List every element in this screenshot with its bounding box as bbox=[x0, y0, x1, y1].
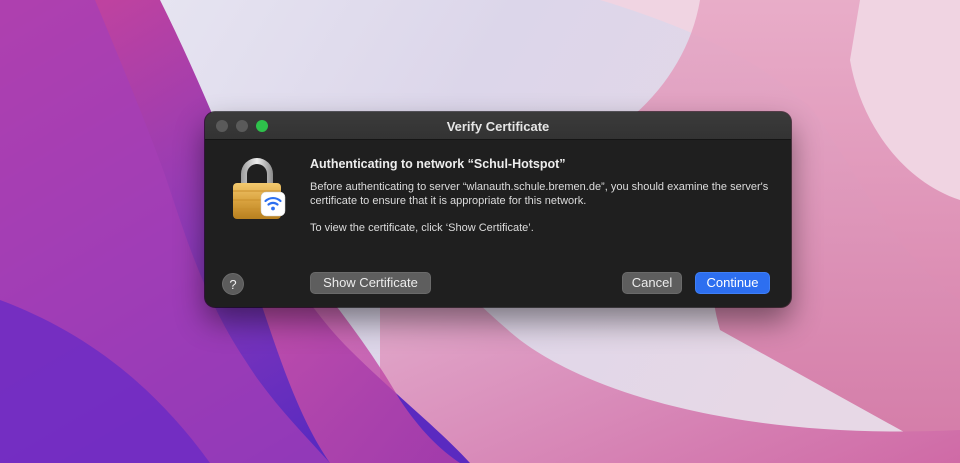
title-bar[interactable]: Verify Certificate bbox=[205, 112, 791, 140]
continue-button[interactable]: Continue bbox=[695, 272, 770, 294]
lock-with-wifi-icon bbox=[233, 158, 286, 219]
help-button[interactable]: ? bbox=[222, 273, 244, 295]
dialog-instruction-text: To view the certificate, click ‘Show Cer… bbox=[310, 222, 534, 234]
show-certificate-button[interactable]: Show Certificate bbox=[310, 272, 431, 294]
dialog-heading: Authenticating to network “Schul-Hotspot… bbox=[310, 157, 566, 171]
dialog-body-text: Before authenticating to server “wlanaut… bbox=[310, 181, 769, 207]
cancel-button[interactable]: Cancel bbox=[622, 272, 682, 294]
verify-certificate-dialog: Verify Certificate Authenticating to net… bbox=[205, 112, 791, 307]
dialog-title: Verify Certificate bbox=[446, 119, 550, 134]
